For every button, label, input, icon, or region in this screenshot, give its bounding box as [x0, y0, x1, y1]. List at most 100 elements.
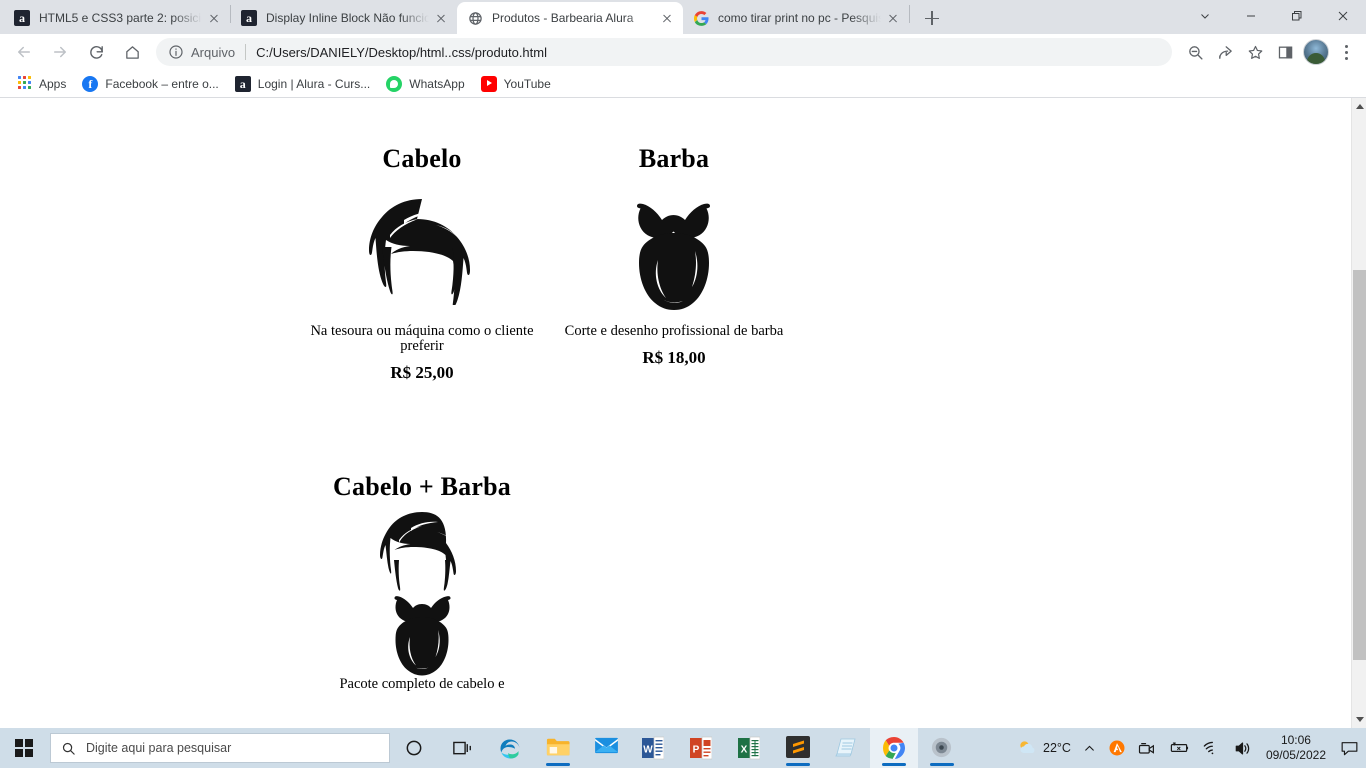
three-dot-menu-icon[interactable]	[1332, 37, 1360, 67]
excel-icon: X	[738, 736, 762, 760]
product-title: Cabelo + Barba	[333, 472, 511, 501]
taskbar-app-file-explorer[interactable]	[534, 728, 582, 768]
home-icon[interactable]	[116, 36, 148, 68]
running-indicator	[786, 763, 810, 766]
weather-widget[interactable]: 22°C	[1011, 728, 1077, 768]
side-panel-icon[interactable]	[1270, 37, 1300, 67]
mail-icon	[594, 736, 618, 760]
windows-logo-icon	[15, 739, 33, 757]
task-view-button[interactable]	[438, 728, 486, 768]
taskbar-app-sublime-text[interactable]	[774, 728, 822, 768]
antivirus-tray-icon[interactable]	[1102, 728, 1132, 768]
profile-avatar[interactable]	[1303, 39, 1329, 65]
bookmark-label: Facebook – entre o...	[105, 76, 219, 91]
browser-tab-1[interactable]: a HTML5 e CSS3 parte 2: posiciona	[4, 2, 230, 34]
system-tray: 22°C 10:06 09/05/2022	[1011, 728, 1366, 768]
beard-moustache-silhouette-icon	[637, 203, 710, 310]
forward-arrow-icon[interactable]	[44, 36, 76, 68]
chrome-icon	[882, 736, 906, 760]
taskbar-search-input[interactable]: Digite aqui para pesquisar	[50, 733, 390, 763]
back-arrow-icon[interactable]	[8, 36, 40, 68]
tab-close-icon[interactable]	[433, 10, 449, 26]
product-row-2: Cabelo + Barba Pacote completo de cabelo…	[296, 472, 548, 692]
tab-title: Display Inline Block Não funciona	[266, 11, 429, 25]
close-window-icon[interactable]	[1320, 0, 1366, 32]
alura-favicon-icon: a	[241, 10, 257, 26]
taskbar-app-powerpoint[interactable]: P	[678, 728, 726, 768]
taskbar-app-notepad[interactable]	[822, 728, 870, 768]
cortana-button[interactable]	[390, 728, 438, 768]
action-center-button[interactable]	[1334, 728, 1364, 768]
google-favicon-icon	[693, 10, 709, 26]
volume-tray-icon[interactable]	[1227, 728, 1258, 768]
windows-taskbar: Digite aqui para pesquisar W P X 22°C 10…	[0, 728, 1366, 768]
taskbar-app-google-chrome[interactable]	[870, 728, 918, 768]
bookmark-label: YouTube	[503, 76, 551, 91]
browser-tab-4[interactable]: como tirar print no pc - Pesquisa	[683, 2, 909, 34]
alura-favicon-icon: a	[14, 10, 30, 26]
bookmark-alura[interactable]: a Login | Alura - Curs...	[227, 73, 379, 95]
browser-tab-3-active[interactable]: Produtos - Barbearia Alura	[457, 2, 683, 34]
omnibox-divider	[245, 44, 247, 60]
volume-icon	[1235, 741, 1250, 755]
bookmark-whatsapp[interactable]: WhatsApp	[378, 73, 472, 95]
powerpoint-icon: P	[690, 736, 714, 760]
cortana-circle-icon	[406, 740, 422, 756]
page-body: Cabelo Na tesoura ou máquina como o clie…	[0, 98, 1351, 728]
battery-tray-icon[interactable]	[1162, 728, 1196, 768]
browser-toolbar: Arquivo C:/Users/DANIELY/Desktop/html..c…	[0, 34, 1366, 70]
network-tray-icon[interactable]	[1196, 728, 1227, 768]
taskbar-app-microsoft-edge[interactable]	[486, 728, 534, 768]
web-content-area: Cabelo Na tesoura ou máquina como o clie…	[0, 98, 1366, 728]
tab-close-icon[interactable]	[659, 10, 675, 26]
scroll-down-arrow-icon[interactable]	[1352, 711, 1366, 728]
product-card-barba: Barba Corte e desenho profissional de ba…	[548, 144, 800, 383]
product-image-cabelo-barba	[296, 502, 548, 677]
browser-tab-2[interactable]: a Display Inline Block Não funciona	[231, 2, 457, 34]
svg-text:X: X	[741, 745, 748, 756]
bookmark-youtube[interactable]: YouTube	[473, 73, 559, 95]
minimize-icon[interactable]	[1228, 0, 1274, 32]
tab-search-chevron-down-icon[interactable]	[1182, 0, 1228, 32]
reload-icon[interactable]	[80, 36, 112, 68]
new-tab-button[interactable]	[918, 4, 946, 32]
window-controls	[1182, 0, 1366, 34]
chevron-up-icon	[1085, 745, 1094, 751]
alura-icon: a	[234, 75, 251, 92]
start-button[interactable]	[0, 728, 48, 768]
tab-close-icon[interactable]	[885, 10, 901, 26]
show-hidden-icons-button[interactable]	[1077, 728, 1102, 768]
camera-icon	[1138, 742, 1154, 754]
camera-tray-icon[interactable]	[1132, 728, 1162, 768]
url-scheme-label: Arquivo	[191, 44, 236, 60]
maximize-restore-icon[interactable]	[1274, 0, 1320, 32]
browser-window: a HTML5 e CSS3 parte 2: posiciona a Disp…	[0, 0, 1366, 728]
taskbar-clock[interactable]: 10:06 09/05/2022	[1258, 728, 1334, 768]
taskbar-app-word[interactable]: W	[630, 728, 678, 768]
search-icon	[62, 742, 75, 755]
product-title: Cabelo	[382, 144, 462, 173]
taskbar-app-excel[interactable]: X	[726, 728, 774, 768]
sound-recorder-icon	[930, 736, 954, 760]
clock-date: 09/05/2022	[1265, 748, 1326, 762]
bookmark-star-icon[interactable]	[1240, 37, 1270, 67]
tab-close-icon[interactable]	[206, 10, 222, 26]
product-description: Corte e desenho profissional de barba	[564, 323, 784, 339]
bookmark-apps[interactable]: Apps	[8, 73, 74, 95]
product-price: R$ 18,00	[642, 348, 706, 368]
scrollbar-thumb[interactable]	[1353, 270, 1366, 660]
svg-text:P: P	[693, 745, 700, 756]
apps-grid-icon	[16, 75, 32, 92]
scroll-up-arrow-icon[interactable]	[1352, 98, 1366, 115]
zoom-out-icon[interactable]	[1180, 37, 1210, 67]
address-bar[interactable]: Arquivo C:/Users/DANIELY/Desktop/html..c…	[156, 38, 1172, 66]
taskbar-app-mail[interactable]	[582, 728, 630, 768]
notifications-icon	[1341, 741, 1357, 755]
partly-cloudy-icon	[1020, 741, 1035, 753]
vertical-scrollbar[interactable]	[1351, 98, 1366, 728]
bookmark-facebook[interactable]: f Facebook – entre o...	[74, 73, 226, 95]
taskbar-app-sound-recorder[interactable]	[918, 728, 966, 768]
site-info-icon[interactable]	[168, 44, 184, 60]
share-icon[interactable]	[1210, 37, 1240, 67]
product-image-barba	[548, 174, 800, 324]
